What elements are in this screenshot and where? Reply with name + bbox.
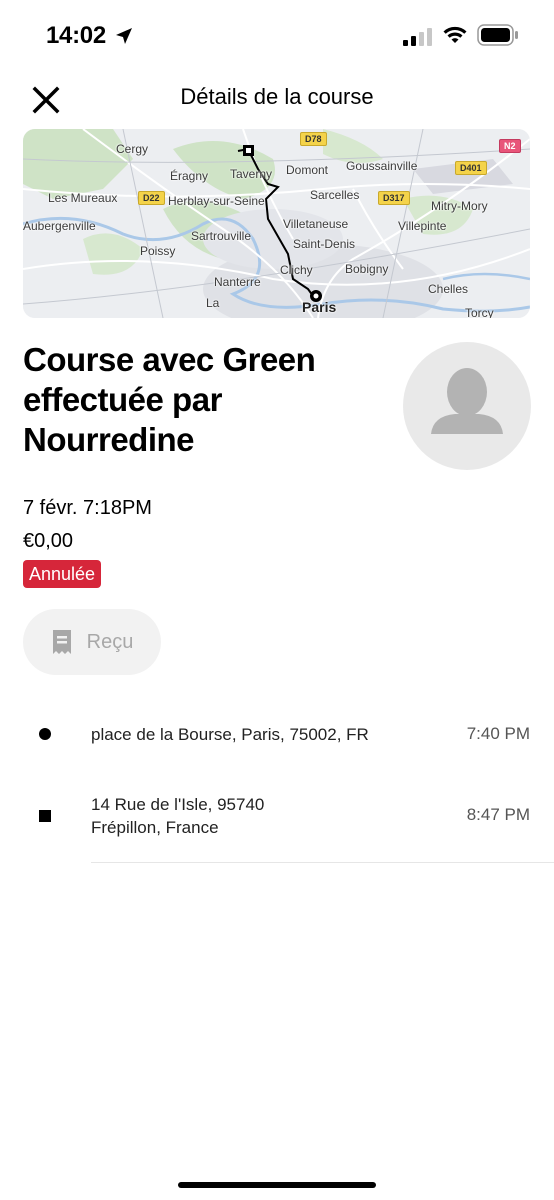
- map-label: Goussainville: [346, 159, 418, 173]
- map-label: Domont: [286, 163, 329, 177]
- page-title: Détails de la course: [180, 84, 374, 109]
- map-label: Taverny: [230, 167, 273, 181]
- person-silhouette-icon: [431, 368, 503, 434]
- pickup-dot-icon: [39, 728, 51, 740]
- divider: [91, 862, 554, 863]
- map-label: Chelles: [428, 282, 469, 296]
- map-label: Villepinte: [398, 219, 447, 233]
- road-badge: D78: [300, 132, 327, 146]
- map-label: Aubergenville: [23, 219, 96, 233]
- dropoff-address-line2: Frépillon, France: [91, 818, 219, 837]
- driver-avatar: [403, 342, 531, 470]
- route-map[interactable]: Cergy Éragny Taverny Domont Goussainvill…: [23, 129, 530, 318]
- battery-icon: [477, 24, 518, 46]
- map-label: Sarcelles: [310, 188, 360, 202]
- map-label: Poissy: [140, 244, 176, 258]
- dropoff-address-line1: 14 Rue de l'Isle, 95740: [91, 795, 265, 814]
- dropoff-square-icon: [39, 810, 51, 822]
- road-badge: N2: [499, 139, 521, 153]
- map-label: Villetaneuse: [283, 217, 349, 231]
- map-label: Les Mureaux: [48, 191, 118, 205]
- map-label: Cergy: [116, 142, 149, 156]
- dropoff-time: 8:47 PM: [466, 805, 530, 824]
- map-label: Mitry-Mory: [431, 199, 488, 213]
- receipt-label: Reçu: [86, 630, 134, 653]
- map-label: Paris: [302, 299, 337, 315]
- pickup-time: 7:40 PM: [466, 724, 530, 743]
- home-indicator[interactable]: [178, 1182, 376, 1188]
- map-label: Bobigny: [345, 262, 389, 276]
- receipt-icon: [52, 630, 71, 654]
- road-badge: D22: [138, 191, 165, 205]
- cellular-signal-icon: [403, 28, 432, 46]
- location-arrow-icon: [116, 28, 132, 44]
- road-badge: D317: [378, 191, 410, 205]
- ride-date: 7 févr. 7:18PM: [23, 497, 152, 519]
- pickup-address: place de la Bourse, Paris, 75002, FR: [91, 725, 369, 744]
- status-time: 14:02: [46, 22, 106, 49]
- map-label: La: [206, 296, 220, 310]
- ride-price: €0,00: [23, 530, 74, 552]
- map-label: Sartrouville: [191, 229, 252, 243]
- map-label: Clichy: [280, 263, 313, 277]
- map-label: Herblay-sur-Seine: [168, 194, 265, 208]
- status-badge: Annulée: [23, 560, 102, 588]
- map-label: Nanterre: [214, 275, 261, 289]
- road-badge: D401: [455, 161, 487, 175]
- map-label: Saint-Denis: [293, 237, 356, 251]
- receipt-button[interactable]: Reçu: [23, 609, 161, 675]
- wifi-icon: [443, 26, 467, 43]
- map-label: Éragny: [170, 169, 209, 183]
- map-label: Torcy: [465, 306, 494, 318]
- ride-title: Course avec Green effectuée par Nourredi…: [23, 341, 316, 458]
